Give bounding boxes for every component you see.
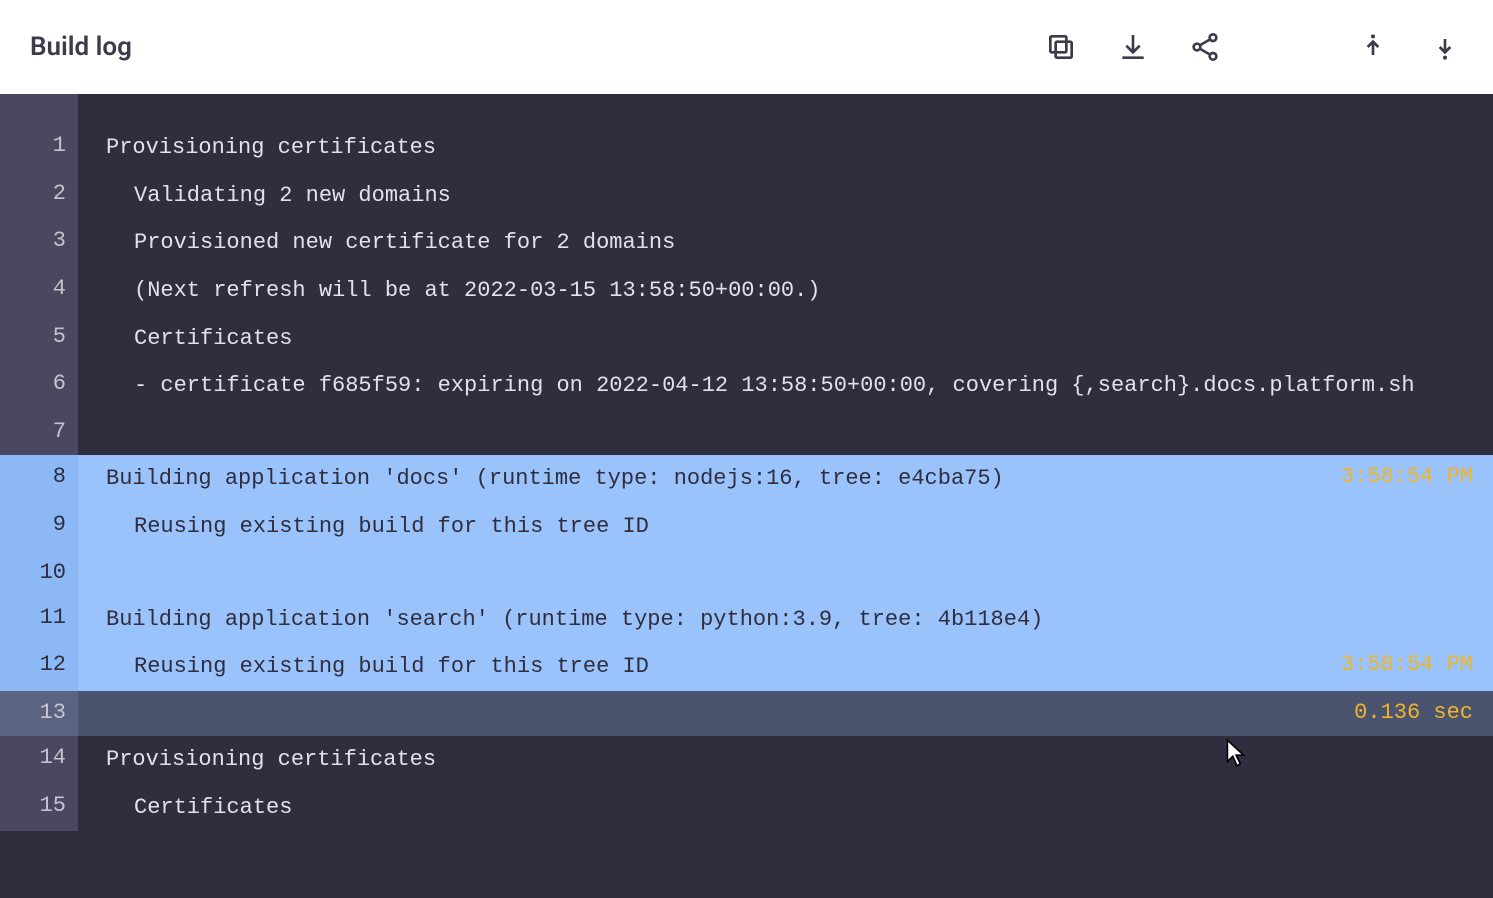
line-number: 11 bbox=[0, 596, 78, 644]
copy-button[interactable] bbox=[1043, 29, 1079, 65]
line-number: 14 bbox=[0, 736, 78, 784]
arrow-up-dot-icon bbox=[1357, 31, 1389, 63]
log-text: Certificates bbox=[78, 784, 1493, 832]
line-number: 3 bbox=[0, 219, 78, 267]
arrow-down-dot-icon bbox=[1429, 31, 1461, 63]
log-text: Building application 'docs' (runtime typ… bbox=[78, 455, 1331, 503]
log-text: Provisioning certificates bbox=[78, 124, 1493, 172]
log-line[interactable]: 11Building application 'search' (runtime… bbox=[0, 596, 1493, 644]
log-text bbox=[78, 551, 1493, 569]
log-line[interactable]: 7 bbox=[0, 410, 1493, 455]
line-number: 2 bbox=[0, 172, 78, 220]
log-meta: 3:58:54 PM bbox=[1331, 643, 1493, 686]
log-line[interactable]: 9Reusing existing build for this tree ID bbox=[0, 503, 1493, 551]
copy-icon bbox=[1045, 31, 1077, 63]
log-text: Reusing existing build for this tree ID bbox=[78, 643, 1331, 691]
log-text: (Next refresh will be at 2022-03-15 13:5… bbox=[78, 267, 1493, 315]
header-actions bbox=[1043, 29, 1463, 65]
log-text: Reusing existing build for this tree ID bbox=[78, 503, 1493, 551]
header: Build log bbox=[0, 0, 1493, 94]
log-area[interactable]: 1Provisioning certificates2Validating 2 … bbox=[0, 94, 1493, 898]
share-icon bbox=[1189, 31, 1221, 63]
log-line[interactable]: 3Provisioned new certificate for 2 domai… bbox=[0, 219, 1493, 267]
line-number: 15 bbox=[0, 784, 78, 832]
page-title: Build log bbox=[30, 32, 132, 62]
download-icon bbox=[1117, 31, 1149, 63]
download-button[interactable] bbox=[1115, 29, 1151, 65]
line-number: 8 bbox=[0, 455, 78, 503]
line-number: 4 bbox=[0, 267, 78, 315]
scroll-bottom-button[interactable] bbox=[1427, 29, 1463, 65]
log-meta: 0.136 sec bbox=[1344, 691, 1493, 734]
line-number: 13 bbox=[0, 691, 78, 736]
log-line[interactable]: 10 bbox=[0, 551, 1493, 596]
log-line[interactable]: 12Reusing existing build for this tree I… bbox=[0, 643, 1493, 691]
log-text: Validating 2 new domains bbox=[78, 172, 1493, 220]
log-line[interactable]: 6- certificate f685f59: expiring on 2022… bbox=[0, 362, 1493, 410]
log-meta: 3:58:54 PM bbox=[1331, 455, 1493, 498]
log-spacer bbox=[0, 94, 1493, 124]
log-line[interactable]: 8Building application 'docs' (runtime ty… bbox=[0, 455, 1493, 503]
line-number: 6 bbox=[0, 362, 78, 410]
line-number: 5 bbox=[0, 315, 78, 363]
line-number: 1 bbox=[0, 124, 78, 172]
log-line[interactable]: 13 0.136 sec bbox=[0, 691, 1493, 736]
line-number: 9 bbox=[0, 503, 78, 551]
line-number: 12 bbox=[0, 643, 78, 691]
log-line[interactable]: 5Certificates bbox=[0, 315, 1493, 363]
log-text bbox=[78, 410, 1493, 428]
log-text: Certificates bbox=[78, 315, 1493, 363]
log-text: Provisioning certificates bbox=[78, 736, 1493, 784]
log-line[interactable]: 4(Next refresh will be at 2022-03-15 13:… bbox=[0, 267, 1493, 315]
log-line[interactable]: 2Validating 2 new domains bbox=[0, 172, 1493, 220]
log-text: - certificate f685f59: expiring on 2022-… bbox=[78, 362, 1493, 410]
scroll-top-button[interactable] bbox=[1355, 29, 1391, 65]
log-line[interactable]: 14Provisioning certificates bbox=[0, 736, 1493, 784]
line-number: 10 bbox=[0, 551, 78, 596]
log-text: Provisioned new certificate for 2 domain… bbox=[78, 219, 1493, 267]
log-text: Building application 'search' (runtime t… bbox=[78, 596, 1493, 644]
share-button[interactable] bbox=[1187, 29, 1223, 65]
log-line[interactable]: 15Certificates bbox=[0, 784, 1493, 832]
line-number: 7 bbox=[0, 410, 78, 455]
log-line[interactable]: 1Provisioning certificates bbox=[0, 124, 1493, 172]
log-text bbox=[78, 691, 1344, 709]
